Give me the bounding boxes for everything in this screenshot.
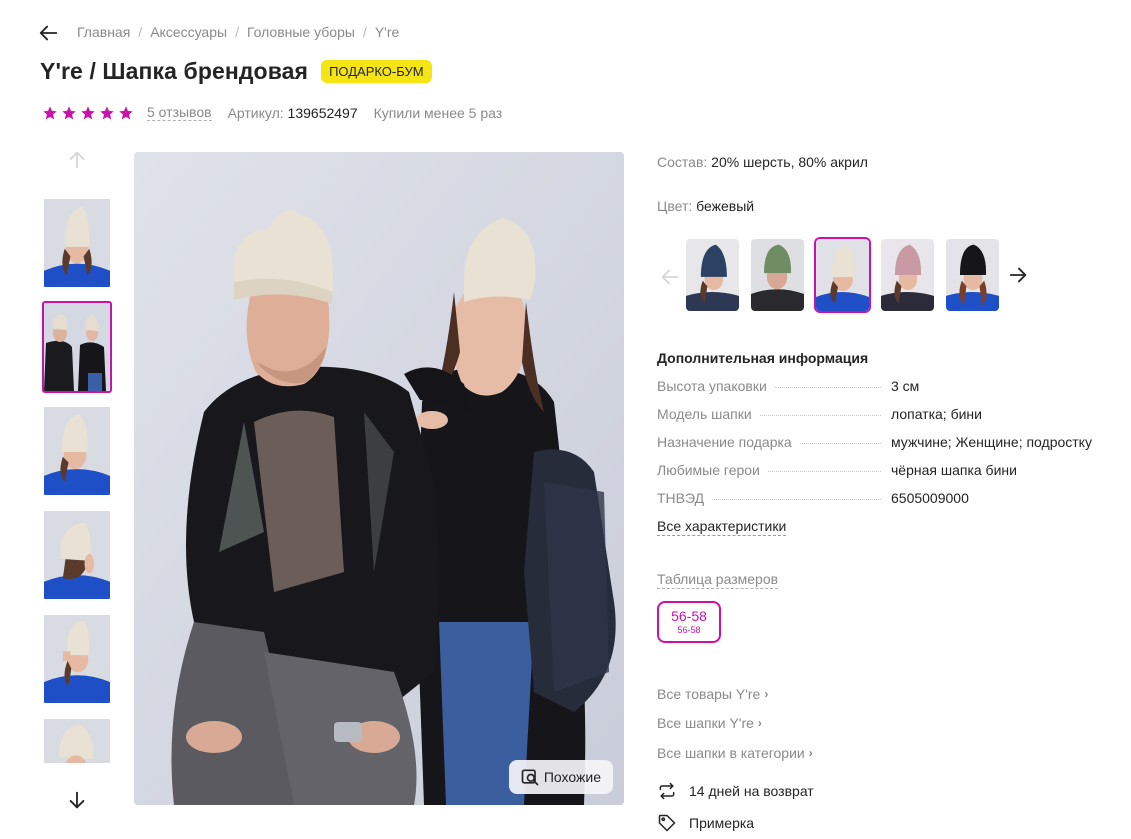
- variants-next-arrow-icon[interactable]: [1007, 264, 1029, 286]
- spec-row: Высота упаковки 3 см: [657, 378, 1117, 406]
- thumbnails-down-arrow-icon[interactable]: [66, 789, 88, 811]
- size-table-link[interactable]: Таблица размеров: [657, 571, 779, 589]
- link-label: Все товары Y're: [657, 685, 761, 702]
- star-icon: [62, 105, 76, 119]
- chevron-right-icon: ›: [808, 745, 813, 760]
- reviews-link[interactable]: 5 отзывов: [147, 104, 212, 121]
- breadcrumb-headwear[interactable]: Головные уборы: [247, 24, 355, 40]
- similar-button-label: Похожие: [543, 769, 601, 785]
- spec-value: чёрная шапка бини: [891, 462, 1017, 478]
- color-variant-black[interactable]: [944, 237, 1001, 313]
- spec-value: 3 см: [891, 378, 920, 394]
- spec-key: Назначение подарка: [657, 434, 792, 450]
- composition: Состав: 20% шерсть, 80% акрил: [657, 154, 868, 170]
- spec-key: ТНВЭД: [657, 490, 705, 506]
- spec-key: Любимые герои: [657, 462, 760, 478]
- additional-info-title: Дополнительная информация: [657, 350, 869, 366]
- size-label: 56-58: [671, 608, 707, 624]
- breadcrumb: Главная / Аксессуары / Головные уборы / …: [77, 24, 399, 40]
- all-specs-link[interactable]: Все характеристики: [657, 518, 787, 536]
- specs-list: Высота упаковки 3 см Модель шапки лопатк…: [657, 378, 1117, 518]
- color-info: Цвет: бежевый: [657, 198, 754, 214]
- thumbnail-image[interactable]: [42, 197, 112, 289]
- related-links: Все товары Y're › Все шапки Y're › Все шап…: [657, 679, 813, 768]
- star-icon: [43, 105, 57, 119]
- link-label: Все шапки Y're: [657, 715, 754, 732]
- color-variant-beige[interactable]: [814, 237, 871, 313]
- breadcrumb-separator: /: [362, 24, 367, 40]
- thumbnail-image[interactable]: [42, 717, 112, 763]
- color-variants: [684, 237, 1001, 313]
- article-value: 139652497: [287, 104, 358, 121]
- thumbnail-image[interactable]: [42, 301, 112, 393]
- star-icon: [100, 105, 114, 119]
- spec-row: Назначение подарка мужчине; Женщине; под…: [657, 434, 1117, 462]
- spec-row: ТНВЭД 6505009000: [657, 490, 1117, 518]
- breadcrumb-accessories[interactable]: Аксессуары: [150, 24, 227, 40]
- promo-badge[interactable]: ПОДАРКО-БУМ: [321, 60, 432, 83]
- return-arrows-icon: [659, 782, 675, 800]
- breadcrumb-brand[interactable]: Y're: [375, 24, 399, 40]
- return-label: 14 дней на возврат: [689, 783, 814, 799]
- article-number: Артикул: 139652497: [228, 105, 358, 121]
- thumbnails-up-arrow-icon[interactable]: [66, 149, 88, 171]
- fitting-label: Примерка: [689, 815, 755, 831]
- spec-key: Высота упаковки: [657, 378, 767, 394]
- size-option-selected[interactable]: 56-58 56-58: [657, 601, 721, 643]
- back-arrow-icon[interactable]: [38, 22, 60, 44]
- return-policy: 14 дней на возврат: [657, 781, 814, 801]
- article-label: Артикул:: [227, 104, 284, 121]
- link-all-brand-hats[interactable]: Все шапки Y're ›: [657, 709, 813, 739]
- spec-value: мужчине; Женщине; подростку: [891, 434, 1092, 450]
- color-variant-olive[interactable]: [749, 237, 806, 313]
- chevron-right-icon: ›: [764, 686, 769, 701]
- similar-search-icon: [521, 769, 539, 786]
- breadcrumb-separator: /: [235, 24, 239, 40]
- color-value: бежевый: [696, 198, 755, 214]
- thumbnail-rail: [42, 197, 112, 763]
- product-meta: 5 отзывов Артикул: 139652497 Купили мене…: [42, 104, 502, 121]
- tag-icon: [658, 814, 676, 832]
- color-variant-navy[interactable]: [684, 237, 741, 313]
- color-variant-pink[interactable]: [879, 237, 936, 313]
- rating-stars: [42, 105, 134, 121]
- link-all-category-hats[interactable]: Все шапки в категории ›: [657, 738, 813, 768]
- purchase-count: Купили менее 5 раз: [373, 104, 503, 121]
- star-icon: [81, 105, 95, 119]
- main-product-photo[interactable]: Похожие: [134, 152, 624, 805]
- star-icon: [119, 105, 133, 119]
- product-photo-illustration: [134, 152, 624, 805]
- size-sub-label: 56-58: [677, 625, 701, 635]
- thumbnail-image[interactable]: [42, 405, 112, 497]
- spec-row: Модель шапки лопатка; бини: [657, 406, 1117, 434]
- fitting-option: Примерка: [657, 813, 754, 833]
- similar-products-button[interactable]: Похожие: [508, 760, 613, 794]
- color-label: Цвет:: [657, 198, 693, 214]
- variants-prev-arrow-icon[interactable]: [659, 266, 681, 288]
- composition-value: 20% шерсть, 80% акрил: [711, 154, 868, 170]
- chevron-right-icon: ›: [757, 716, 762, 731]
- spec-key: Модель шапки: [657, 406, 752, 422]
- spec-row: Любимые герои чёрная шапка бини: [657, 462, 1117, 490]
- breadcrumb-separator: /: [138, 24, 143, 40]
- link-all-brand-products[interactable]: Все товары Y're ›: [657, 679, 813, 709]
- thumbnail-image[interactable]: [42, 509, 112, 601]
- thumbnail-image[interactable]: [42, 613, 112, 705]
- composition-label: Состав:: [657, 154, 708, 170]
- breadcrumb-home[interactable]: Главная: [77, 24, 130, 40]
- title-row: Y're / Шапка брендовая ПОДАРКО-БУМ: [40, 58, 432, 85]
- product-title: Y're / Шапка брендовая: [40, 58, 309, 84]
- spec-value: 6505009000: [891, 490, 969, 506]
- spec-value: лопатка; бини: [891, 406, 982, 422]
- link-label: Все шапки в категории: [657, 744, 805, 761]
